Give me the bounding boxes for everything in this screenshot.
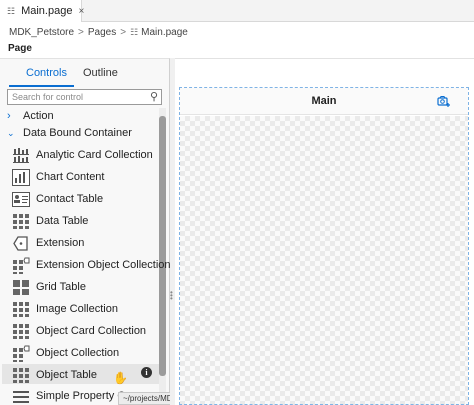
object-collection-icon (12, 345, 30, 362)
breadcrumb-separator: > (78, 26, 84, 38)
analytic-card-icon (12, 147, 30, 164)
page-frame (179, 87, 469, 405)
file-icon: ☷ (7, 5, 16, 16)
control-image-collection[interactable]: Image Collection (12, 299, 118, 319)
extension-collection-icon (12, 257, 30, 274)
control-object-collection[interactable]: Object Collection (12, 343, 119, 363)
hand-cursor-icon: ✋ (113, 371, 128, 385)
scrollbar-thumb[interactable] (159, 116, 166, 376)
category-data-bound-container[interactable]: ⌄ Data Bound Container (7, 123, 132, 143)
control-simple-property-collection[interactable]: Simple Property Co (12, 386, 131, 405)
search-icon[interactable]: ⚲ (150, 90, 158, 103)
breadcrumb-separator: > (120, 26, 127, 38)
breadcrumb-item-pages[interactable]: Pages (88, 27, 116, 38)
breadcrumb-item-project[interactable]: MDK_Petstore (9, 27, 74, 38)
chart-icon (12, 168, 30, 186)
control-contact-table[interactable]: Contact Table (12, 189, 103, 209)
control-data-table[interactable]: Data Table (12, 211, 88, 231)
control-analytic-card-collection[interactable]: Analytic Card Collection (12, 145, 153, 165)
chevron-down-icon: ⌄ (7, 127, 15, 138)
tab-outline[interactable]: Outline (83, 67, 118, 79)
contact-table-icon (12, 191, 30, 208)
control-object-card-collection[interactable]: Object Card Collection (12, 321, 146, 341)
tab-main-page[interactable]: ☷ Main.page × (0, 0, 84, 22)
chevron-right-icon: › (7, 110, 11, 122)
control-extension[interactable]: Extension (12, 233, 84, 253)
search-input[interactable] (7, 89, 162, 105)
data-table-icon (12, 213, 30, 230)
simple-property-icon (12, 388, 30, 405)
object-table-icon (12, 367, 30, 384)
tab-controls[interactable]: Controls (26, 67, 67, 79)
tab-label: Main.page (21, 5, 73, 17)
object-card-icon (12, 323, 30, 340)
breadcrumb-item-file[interactable]: Main.page (141, 27, 188, 38)
info-icon[interactable]: i (141, 367, 152, 378)
control-chart-content[interactable]: Chart Content (12, 167, 104, 187)
control-object-table[interactable]: Object Table (12, 365, 97, 385)
image-collection-icon (12, 301, 30, 318)
control-grid-table[interactable]: Grid Table (12, 277, 86, 297)
active-tab-indicator (9, 85, 74, 87)
extension-icon (12, 235, 30, 252)
close-icon[interactable]: × (78, 6, 84, 17)
splitter-grip-icon[interactable]: • • • (170, 289, 174, 303)
section-label: Page (8, 43, 32, 54)
editor-tab-bar: ☷ Main.page × (0, 0, 474, 22)
grid-table-icon (12, 279, 30, 296)
file-icon: ☷ (130, 26, 139, 37)
control-extension-object-collection[interactable]: Extension Object Collection (12, 255, 171, 275)
breadcrumb: MDK_Petstore > Pages > ☷ Main.page (9, 25, 188, 39)
